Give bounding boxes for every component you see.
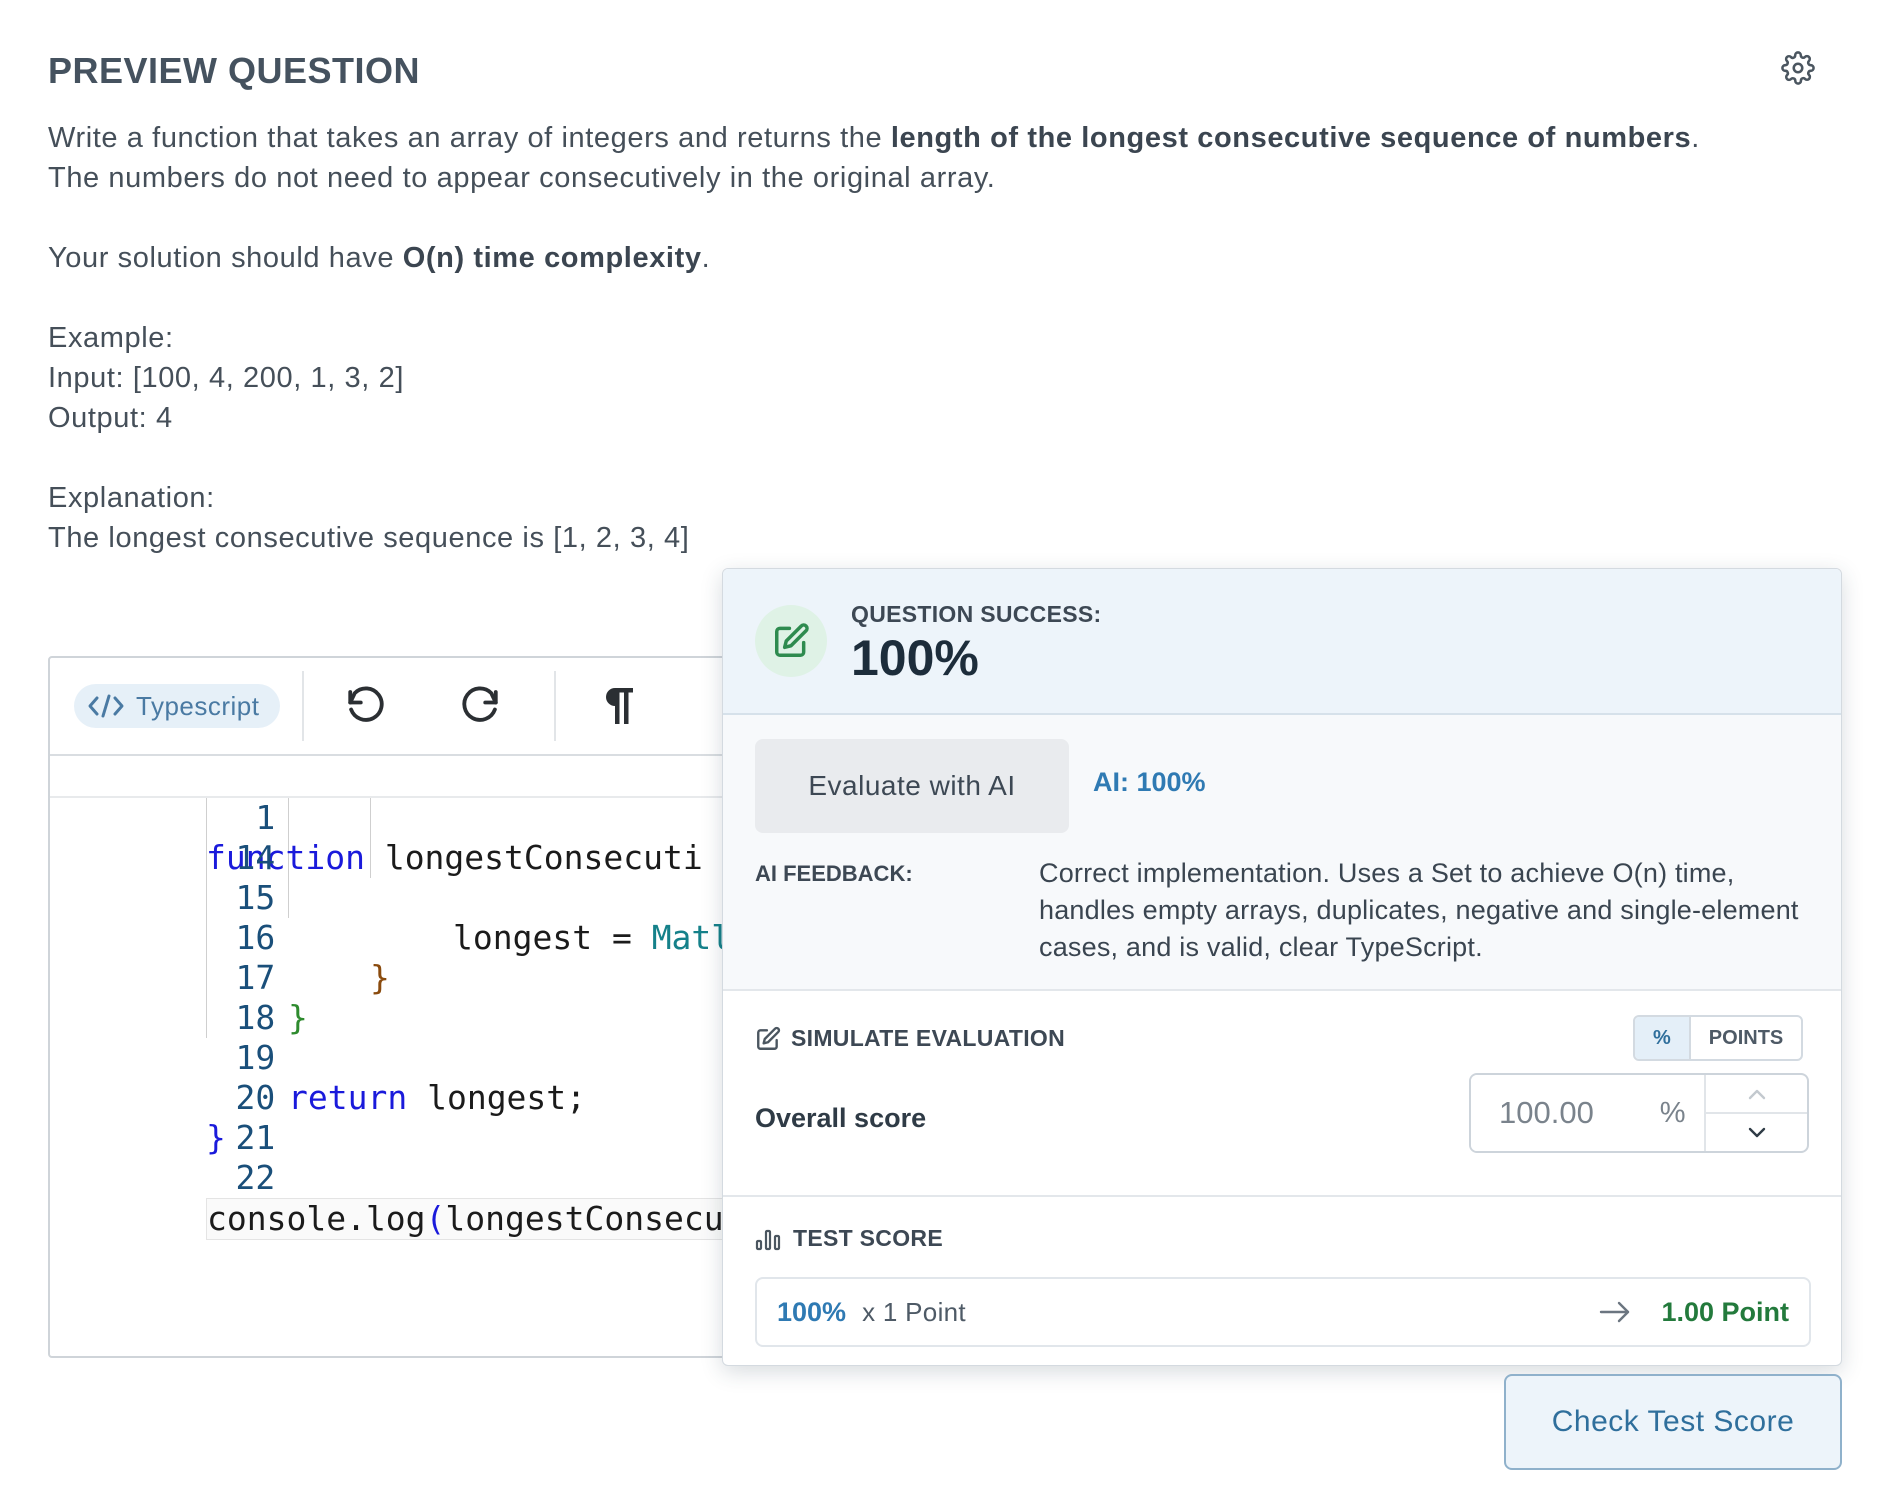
chevron-up-icon — [1748, 1089, 1765, 1099]
code-line: 15 longest = Matl — [50, 838, 731, 957]
code-line: 20 } — [50, 1038, 275, 1157]
question-success-value: 100% — [851, 630, 979, 686]
edit-icon — [775, 623, 809, 657]
question-line-1: Write a function that takes an array of … — [48, 122, 1700, 154]
test-score-title: TEST SCORE — [755, 1225, 943, 1252]
explanation-label: Explanation: — [48, 482, 215, 514]
language-selector[interactable]: Typescript — [74, 684, 280, 728]
overall-score-unit: % — [1659, 1096, 1686, 1129]
score-stepper — [1704, 1075, 1807, 1151]
line-number: 16 — [235, 918, 276, 957]
undo-icon — [347, 686, 384, 722]
overall-score-label: Overall score — [755, 1103, 927, 1133]
line-number: 1 — [255, 798, 276, 837]
code-line: 17 } — [50, 918, 307, 1037]
example-label: Example: — [48, 322, 174, 354]
edit-icon — [757, 1026, 781, 1050]
unit-points-option[interactable]: POINTS — [1691, 1017, 1801, 1059]
code-line: 21 — [50, 1078, 275, 1157]
show-whitespace-button[interactable] — [578, 676, 658, 736]
test-score-row: 100% x 1 Point 1.00 Point — [755, 1277, 1811, 1347]
page-title: PREVIEW QUESTION — [48, 50, 421, 91]
ai-score: AI: 100% — [1093, 767, 1206, 797]
redo-button[interactable] — [440, 676, 520, 736]
question-text: Write a function that takes an array of … — [48, 118, 1748, 558]
code-keyword: return — [288, 1078, 408, 1117]
simulate-evaluation-title: SIMULATE EVALUATION — [755, 1025, 1065, 1052]
increment-button[interactable] — [1706, 1075, 1807, 1114]
gear-icon — [1781, 51, 1815, 85]
line-number: 18 — [235, 998, 276, 1037]
code-line: 22 console.log(longestConsecu — [50, 1118, 725, 1240]
test-score-points: 1.00 Point — [1661, 1296, 1789, 1327]
simulate-evaluation-section: SIMULATE EVALUATION % POINTS Overall sco… — [723, 991, 1841, 1197]
question-line-2: The numbers do not need to appear consec… — [48, 162, 996, 194]
line-number: 20 — [235, 1078, 276, 1117]
test-score-multiplier: x 1 Point — [862, 1296, 966, 1327]
line-number: 17 — [235, 958, 276, 997]
line-number: 14 — [235, 838, 276, 877]
score-unit-toggle: % POINTS — [1633, 1015, 1804, 1061]
overall-score-input[interactable] — [1471, 1075, 1641, 1151]
question-bold-1: length of the longest consecutive sequen… — [890, 122, 1692, 154]
bar-chart-icon — [755, 1229, 781, 1250]
question-success-label: QUESTION SUCCESS: — [851, 601, 1102, 627]
undo-button[interactable] — [326, 676, 406, 736]
test-score-percent: 100% — [777, 1296, 847, 1327]
success-badge — [755, 605, 827, 677]
language-label: Typescript — [136, 690, 260, 721]
overall-score-field: % — [1469, 1073, 1809, 1153]
line-number: 15 — [235, 878, 276, 917]
settings-button[interactable] — [1778, 48, 1818, 88]
line-number: 22 — [235, 1158, 276, 1197]
score-popover: QUESTION SUCCESS: 100% Evaluate with AI … — [722, 568, 1842, 1366]
code-line: 19 return longest; — [50, 998, 586, 1117]
redo-icon — [461, 686, 498, 722]
evaluate-with-ai-button[interactable]: Evaluate with AI — [755, 739, 1069, 833]
question-complexity: Your solution should have O(n) time comp… — [48, 242, 711, 274]
decrement-button[interactable] — [1706, 1114, 1807, 1151]
example-output: Output: 4 — [48, 402, 173, 434]
line-number: 21 — [235, 1118, 276, 1157]
ai-evaluation-section: Evaluate with AI AI: 100% AI FEEDBACK: C… — [723, 715, 1841, 991]
toolbar-divider — [553, 671, 556, 741]
check-test-score-button[interactable]: Check Test Score — [1504, 1374, 1842, 1470]
code-line: 18 — [50, 958, 275, 1037]
unit-percent-option[interactable]: % — [1635, 1017, 1691, 1059]
ai-feedback-text: Correct implementation. Uses a Set to ac… — [1039, 858, 1799, 962]
explanation-text: The longest consecutive sequence is [1, … — [48, 522, 690, 554]
popover-header: QUESTION SUCCESS: 100% — [723, 569, 1841, 715]
toolbar-divider — [301, 671, 304, 741]
code-icon — [88, 694, 124, 718]
test-score-section: TEST SCORE 100% x 1 Point 1.00 Point — [723, 1197, 1841, 1365]
line-number: 19 — [235, 1038, 276, 1077]
pilcrow-icon — [605, 688, 633, 724]
arrow-right-icon — [1599, 1301, 1631, 1323]
question-bold-complexity: O(n) time complexity — [402, 242, 702, 274]
chevron-down-icon — [1748, 1127, 1765, 1137]
code-line: 14 — [50, 798, 275, 877]
example-input: Input: [100, 4, 200, 1, 3, 2] — [48, 362, 404, 394]
code-line: 16 } — [50, 878, 389, 997]
ai-feedback-label: AI FEEDBACK: — [755, 861, 913, 886]
